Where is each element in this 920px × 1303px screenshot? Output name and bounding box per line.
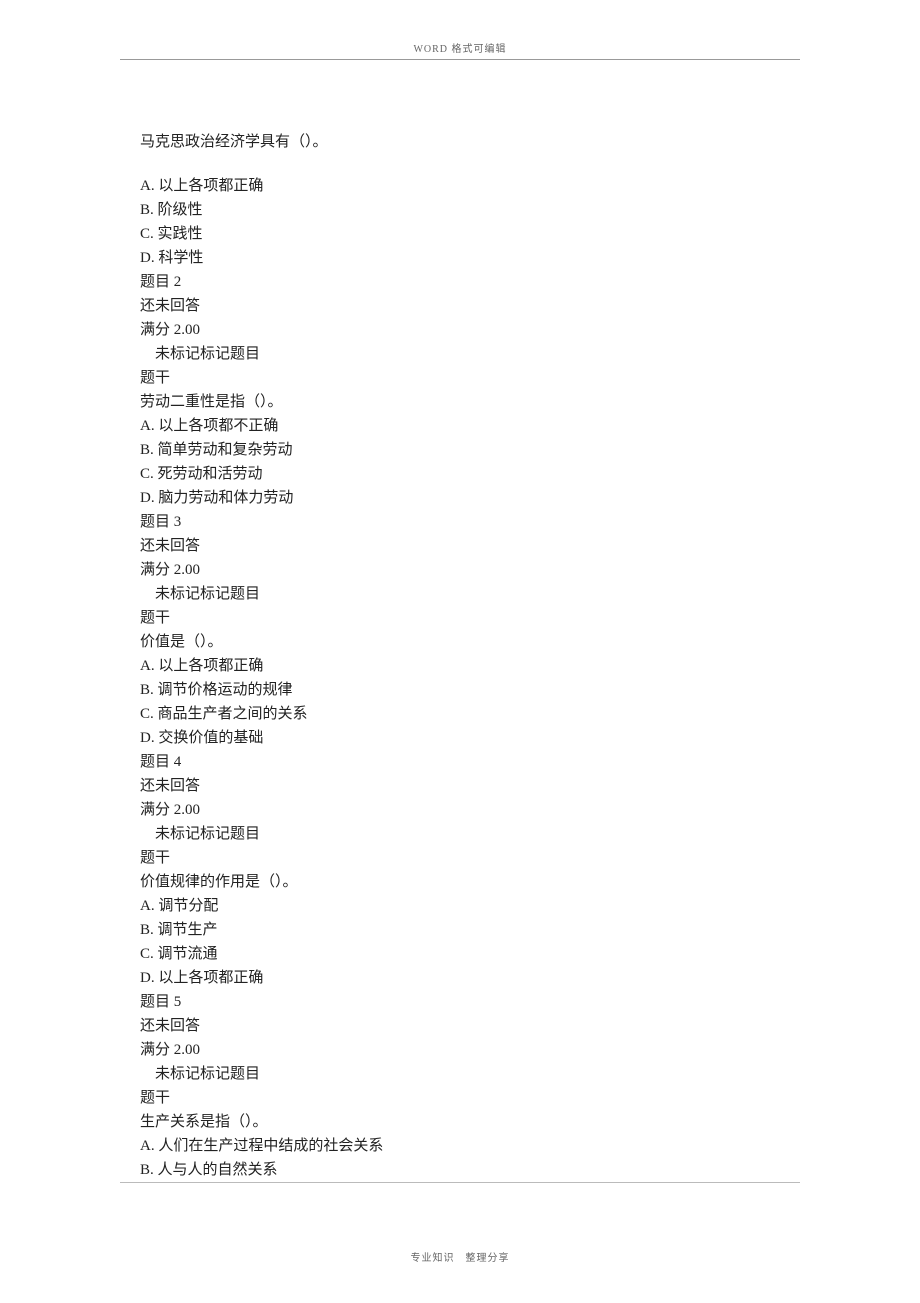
question-stem: 生产关系是指（）。 xyxy=(140,1110,920,1134)
page-header: WORD 格式可编辑 xyxy=(120,40,800,60)
question-title: 题目 5 xyxy=(140,990,920,1014)
flag-status: 未标记标记题目 xyxy=(140,582,920,606)
option-d: D. 科学性 xyxy=(140,246,920,270)
option-c: C. 实践性 xyxy=(140,222,920,246)
option-b: B. 人与人的自然关系 xyxy=(140,1158,920,1182)
question-stem: 价值规律的作用是（）。 xyxy=(140,870,920,894)
question-stem: 价值是（）。 xyxy=(140,630,920,654)
question-1-options: A. 以上各项都正确 B. 阶级性 C. 实践性 D. 科学性 xyxy=(140,174,920,270)
document-body: 马克思政治经济学具有（）。 A. 以上各项都正确 B. 阶级性 C. 实践性 D… xyxy=(140,130,920,1182)
question-3-meta: 题目 3 还未回答 满分 2.00 未标记标记题目 题干 价值是（）。 A. 以… xyxy=(140,510,920,750)
full-score: 满分 2.00 xyxy=(140,558,920,582)
full-score: 满分 2.00 xyxy=(140,798,920,822)
option-b: B. 调节价格运动的规律 xyxy=(140,678,920,702)
question-title: 题目 3 xyxy=(140,510,920,534)
question-5-meta: 题目 5 还未回答 满分 2.00 未标记标记题目 题干 生产关系是指（）。 A… xyxy=(140,990,920,1182)
option-a: A. 以上各项都不正确 xyxy=(140,414,920,438)
question-2-meta: 题目 2 还未回答 满分 2.00 未标记标记题目 题干 劳动二重性是指（）。 … xyxy=(140,270,920,510)
option-d: D. 交换价值的基础 xyxy=(140,726,920,750)
option-c: C. 死劳动和活劳动 xyxy=(140,462,920,486)
option-a: A. 调节分配 xyxy=(140,894,920,918)
full-score: 满分 2.00 xyxy=(140,1038,920,1062)
question-stem: 马克思政治经济学具有（）。 xyxy=(140,130,920,154)
option-b: B. 调节生产 xyxy=(140,918,920,942)
question-title: 题目 4 xyxy=(140,750,920,774)
page: WORD 格式可编辑 马克思政治经济学具有（）。 A. 以上各项都正确 B. 阶… xyxy=(0,0,920,1294)
stem-label: 题干 xyxy=(140,1086,920,1110)
footer-divider xyxy=(120,1182,800,1183)
option-d: D. 脑力劳动和体力劳动 xyxy=(140,486,920,510)
answer-status: 还未回答 xyxy=(140,294,920,318)
question-1: 马克思政治经济学具有（）。 xyxy=(140,130,920,154)
option-a: A. 以上各项都正确 xyxy=(140,174,920,198)
answer-status: 还未回答 xyxy=(140,534,920,558)
stem-label: 题干 xyxy=(140,606,920,630)
option-b: B. 简单劳动和复杂劳动 xyxy=(140,438,920,462)
option-a: A. 人们在生产过程中结成的社会关系 xyxy=(140,1134,920,1158)
answer-status: 还未回答 xyxy=(140,774,920,798)
option-a: A. 以上各项都正确 xyxy=(140,654,920,678)
option-b: B. 阶级性 xyxy=(140,198,920,222)
flag-status: 未标记标记题目 xyxy=(140,822,920,846)
option-c: C. 调节流通 xyxy=(140,942,920,966)
page-footer-wrap: 专业知识 整理分享 xyxy=(0,1182,920,1264)
stem-label: 题干 xyxy=(140,366,920,390)
question-4-meta: 题目 4 还未回答 满分 2.00 未标记标记题目 题干 价值规律的作用是（）。… xyxy=(140,750,920,990)
option-c: C. 商品生产者之间的关系 xyxy=(140,702,920,726)
option-d: D. 以上各项都正确 xyxy=(140,966,920,990)
stem-label: 题干 xyxy=(140,846,920,870)
question-title: 题目 2 xyxy=(140,270,920,294)
answer-status: 还未回答 xyxy=(140,1014,920,1038)
full-score: 满分 2.00 xyxy=(140,318,920,342)
question-stem: 劳动二重性是指（）。 xyxy=(140,390,920,414)
flag-status: 未标记标记题目 xyxy=(140,1062,920,1086)
page-footer: 专业知识 整理分享 xyxy=(0,1243,920,1264)
flag-status: 未标记标记题目 xyxy=(140,342,920,366)
